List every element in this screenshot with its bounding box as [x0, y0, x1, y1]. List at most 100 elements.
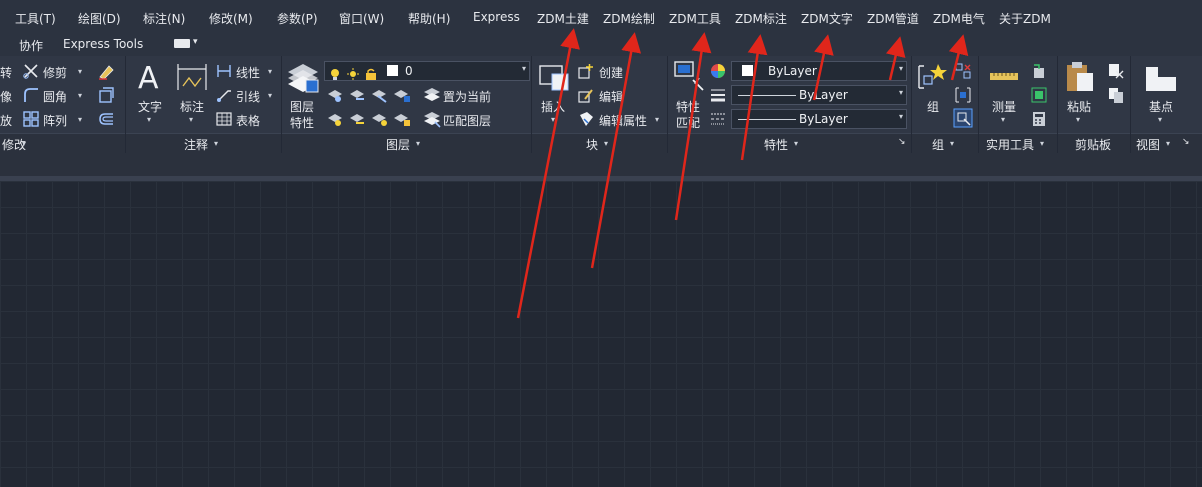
chevron-down-icon[interactable]: ▾: [899, 64, 903, 73]
edit-attributes-button[interactable]: 编辑属性: [599, 112, 647, 129]
layer-tools-row1-icons[interactable]: [326, 86, 426, 104]
chevron-down-icon[interactable]: ▾: [268, 67, 272, 76]
layer-properties-icon[interactable]: [286, 60, 320, 96]
view-panel-title[interactable]: 视图: [1136, 136, 1160, 153]
match-layer-icon[interactable]: [423, 110, 441, 128]
menu-window[interactable]: 窗口(W): [339, 10, 384, 27]
trim-icon[interactable]: [22, 62, 40, 80]
offset-icon[interactable]: [97, 110, 115, 128]
match-properties-icon[interactable]: [673, 60, 707, 94]
chevron-down-icon[interactable]: ▾: [268, 91, 272, 100]
group-icon[interactable]: [916, 62, 950, 92]
chevron-down-icon[interactable]: ▾: [1001, 115, 1005, 124]
properties-dialog-launcher-icon[interactable]: ↘: [898, 137, 906, 147]
mirror-label[interactable]: 像: [0, 88, 12, 105]
groups-panel-title[interactable]: 组: [932, 136, 944, 153]
paste-button[interactable]: 粘贴: [1067, 98, 1091, 115]
utilities-panel-title[interactable]: 实用工具: [986, 136, 1034, 153]
chevron-down-icon[interactable]: ▾: [1076, 115, 1080, 124]
base-view-button[interactable]: 基点: [1149, 98, 1173, 115]
menu-tools[interactable]: 工具(T): [15, 10, 56, 27]
chevron-down-icon[interactable]: ▾: [950, 139, 954, 148]
group-edit-icon[interactable]: [955, 87, 971, 103]
calculator-icon[interactable]: [1031, 111, 1047, 127]
leader-icon[interactable]: [216, 87, 232, 103]
chevron-down-icon[interactable]: ▾: [78, 67, 82, 76]
chevron-down-icon[interactable]: ▾: [416, 139, 420, 148]
chevron-down-icon[interactable]: ▾: [189, 115, 193, 124]
copy-icon[interactable]: [1108, 87, 1124, 103]
menu-zdm-dimension[interactable]: ZDM标注: [735, 10, 787, 27]
set-current-icon[interactable]: [423, 86, 441, 104]
chevron-down-icon[interactable]: ▾: [1040, 139, 1044, 148]
base-view-icon[interactable]: [1144, 63, 1178, 93]
menu-zdm-electric[interactable]: ZDM电气: [933, 10, 985, 27]
paste-icon[interactable]: [1065, 61, 1095, 93]
erase-icon[interactable]: [97, 62, 115, 80]
edit-block-button[interactable]: 编辑: [599, 88, 623, 105]
array-icon[interactable]: [22, 110, 40, 128]
clipboard-panel-title[interactable]: 剪贴板: [1075, 136, 1111, 153]
id-point-icon[interactable]: [1031, 63, 1047, 79]
minimize-ribbon-icon[interactable]: [174, 39, 190, 48]
chevron-down-icon[interactable]: ▾: [1166, 139, 1170, 148]
fillet-icon[interactable]: [22, 86, 40, 104]
text-button[interactable]: 文字: [138, 98, 162, 115]
match-properties-label-line2[interactable]: 匹配: [676, 114, 700, 131]
chevron-down-icon[interactable]: ▾: [899, 112, 903, 121]
table-icon[interactable]: [216, 111, 232, 127]
lineweight-dropdown[interactable]: ByLayer ▾: [731, 85, 907, 105]
chevron-down-icon[interactable]: ▾: [604, 139, 608, 148]
menu-express[interactable]: Express: [473, 10, 520, 24]
chevron-down-icon[interactable]: ▾: [551, 115, 555, 124]
trim-button[interactable]: 修剪: [43, 64, 67, 81]
annotation-panel-title[interactable]: 注释: [184, 136, 208, 153]
fillet-button[interactable]: 圆角: [43, 88, 67, 105]
edit-attributes-icon[interactable]: [578, 111, 594, 127]
chevron-down-icon[interactable]: ▾: [655, 115, 659, 124]
edit-block-icon[interactable]: [578, 87, 594, 103]
match-layer-button[interactable]: 匹配图层: [443, 112, 491, 129]
tab-collaborate[interactable]: 协作: [19, 37, 43, 54]
menu-modify[interactable]: 修改(M): [209, 10, 253, 27]
block-panel-title[interactable]: 块: [586, 136, 598, 153]
dimension-button[interactable]: 标注: [180, 98, 204, 115]
insert-block-icon[interactable]: [538, 60, 572, 94]
layers-panel-title[interactable]: 图层: [386, 136, 410, 153]
chevron-down-icon[interactable]: ▾: [522, 64, 526, 73]
properties-panel-title[interactable]: 特性: [764, 136, 788, 153]
menu-dimension[interactable]: 标注(N): [143, 10, 185, 27]
tab-express-tools[interactable]: Express Tools: [63, 37, 143, 51]
ungroup-icon[interactable]: [955, 63, 971, 79]
menu-about-zdm[interactable]: 关于ZDM: [999, 10, 1051, 27]
group-button[interactable]: 组: [927, 98, 939, 115]
chevron-down-icon[interactable]: ▾: [214, 139, 218, 148]
linear-dimension-icon[interactable]: [216, 63, 232, 79]
chevron-down-icon[interactable]: ▾: [78, 91, 82, 100]
measure-button[interactable]: 测量: [992, 98, 1016, 115]
chevron-down-icon[interactable]: ▾: [147, 115, 151, 124]
group-selection-icon[interactable]: [953, 108, 973, 128]
array-button[interactable]: 阵列: [43, 112, 67, 129]
linear-button[interactable]: 线性: [236, 64, 260, 81]
explode-icon[interactable]: [97, 86, 115, 104]
match-properties-label-line1[interactable]: 特性: [676, 98, 700, 115]
chevron-down-icon[interactable]: ▾: [899, 88, 903, 97]
rotate-label[interactable]: 转: [0, 64, 12, 81]
menu-zdm-text[interactable]: ZDM文字: [801, 10, 853, 27]
chevron-down-icon[interactable]: ▾: [794, 139, 798, 148]
measure-icon[interactable]: [989, 68, 1019, 84]
dimension-icon[interactable]: [175, 60, 209, 94]
layer-properties-label-line2[interactable]: 特性: [290, 114, 314, 131]
menu-zdm-civil[interactable]: ZDM土建: [537, 10, 589, 27]
menu-zdm-pipe[interactable]: ZDM管道: [867, 10, 919, 27]
scale-label[interactable]: 放: [0, 112, 12, 129]
chevron-down-icon[interactable]: ▾: [78, 115, 82, 124]
linetype-dropdown[interactable]: ByLayer ▾: [731, 109, 907, 129]
drawing-canvas[interactable]: [0, 181, 1202, 487]
table-button[interactable]: 表格: [236, 112, 260, 129]
select-all-icon[interactable]: [1031, 87, 1047, 103]
create-block-button[interactable]: 创建: [599, 64, 623, 81]
insert-button[interactable]: 插入: [541, 98, 565, 115]
chevron-down-icon[interactable]: ▾: [1158, 115, 1162, 124]
